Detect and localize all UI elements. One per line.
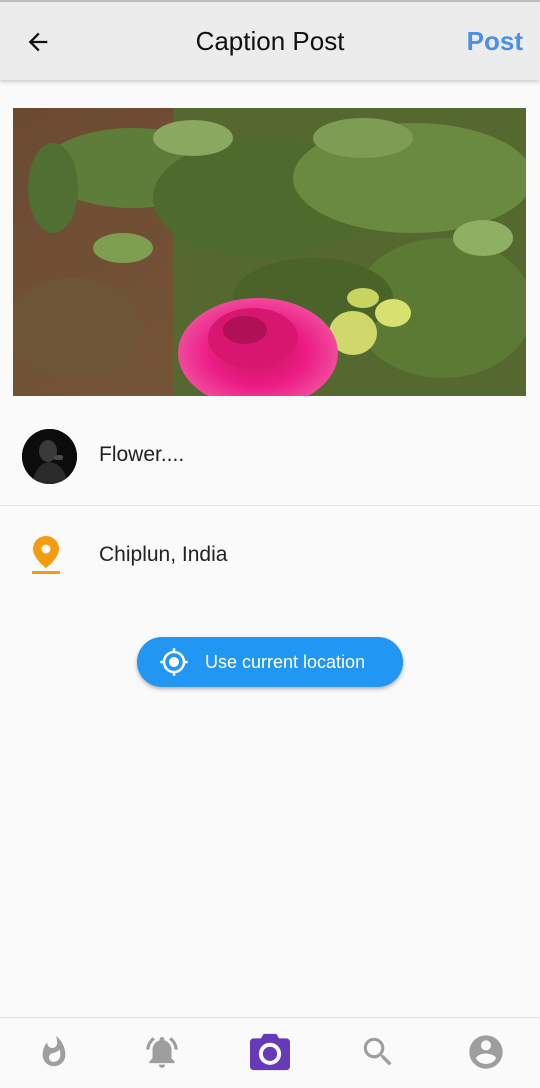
post-button[interactable]: Post bbox=[467, 26, 523, 57]
nav-item-profile[interactable] bbox=[464, 1030, 508, 1074]
nav-item-notifications[interactable] bbox=[140, 1030, 184, 1074]
gps-fixed-icon bbox=[159, 647, 189, 677]
nav-item-feed[interactable] bbox=[32, 1030, 76, 1074]
location-row[interactable]: Chiplun, India bbox=[0, 506, 540, 602]
selected-photo bbox=[13, 108, 526, 396]
account-icon bbox=[469, 1035, 503, 1069]
page-title: Caption Post bbox=[195, 26, 345, 56]
camera-icon bbox=[250, 1033, 290, 1071]
bell-icon bbox=[146, 1036, 178, 1068]
nav-item-upload[interactable] bbox=[248, 1030, 292, 1074]
use-current-location-label: Use current location bbox=[205, 651, 366, 672]
caption-row[interactable]: Flower.... bbox=[0, 406, 540, 506]
nav-item-search[interactable] bbox=[356, 1030, 400, 1074]
location-input[interactable]: Chiplun, India bbox=[99, 543, 227, 567]
search-icon bbox=[363, 1037, 392, 1066]
caption-input[interactable]: Flower.... bbox=[99, 443, 184, 467]
avatar bbox=[22, 429, 77, 484]
bottom-navigation bbox=[0, 1017, 540, 1088]
app-bar: Caption Post Post bbox=[0, 0, 540, 80]
location-pin-icon bbox=[32, 536, 60, 574]
use-current-location-button[interactable]: Use current location bbox=[137, 637, 403, 687]
flame-icon bbox=[42, 1035, 66, 1067]
